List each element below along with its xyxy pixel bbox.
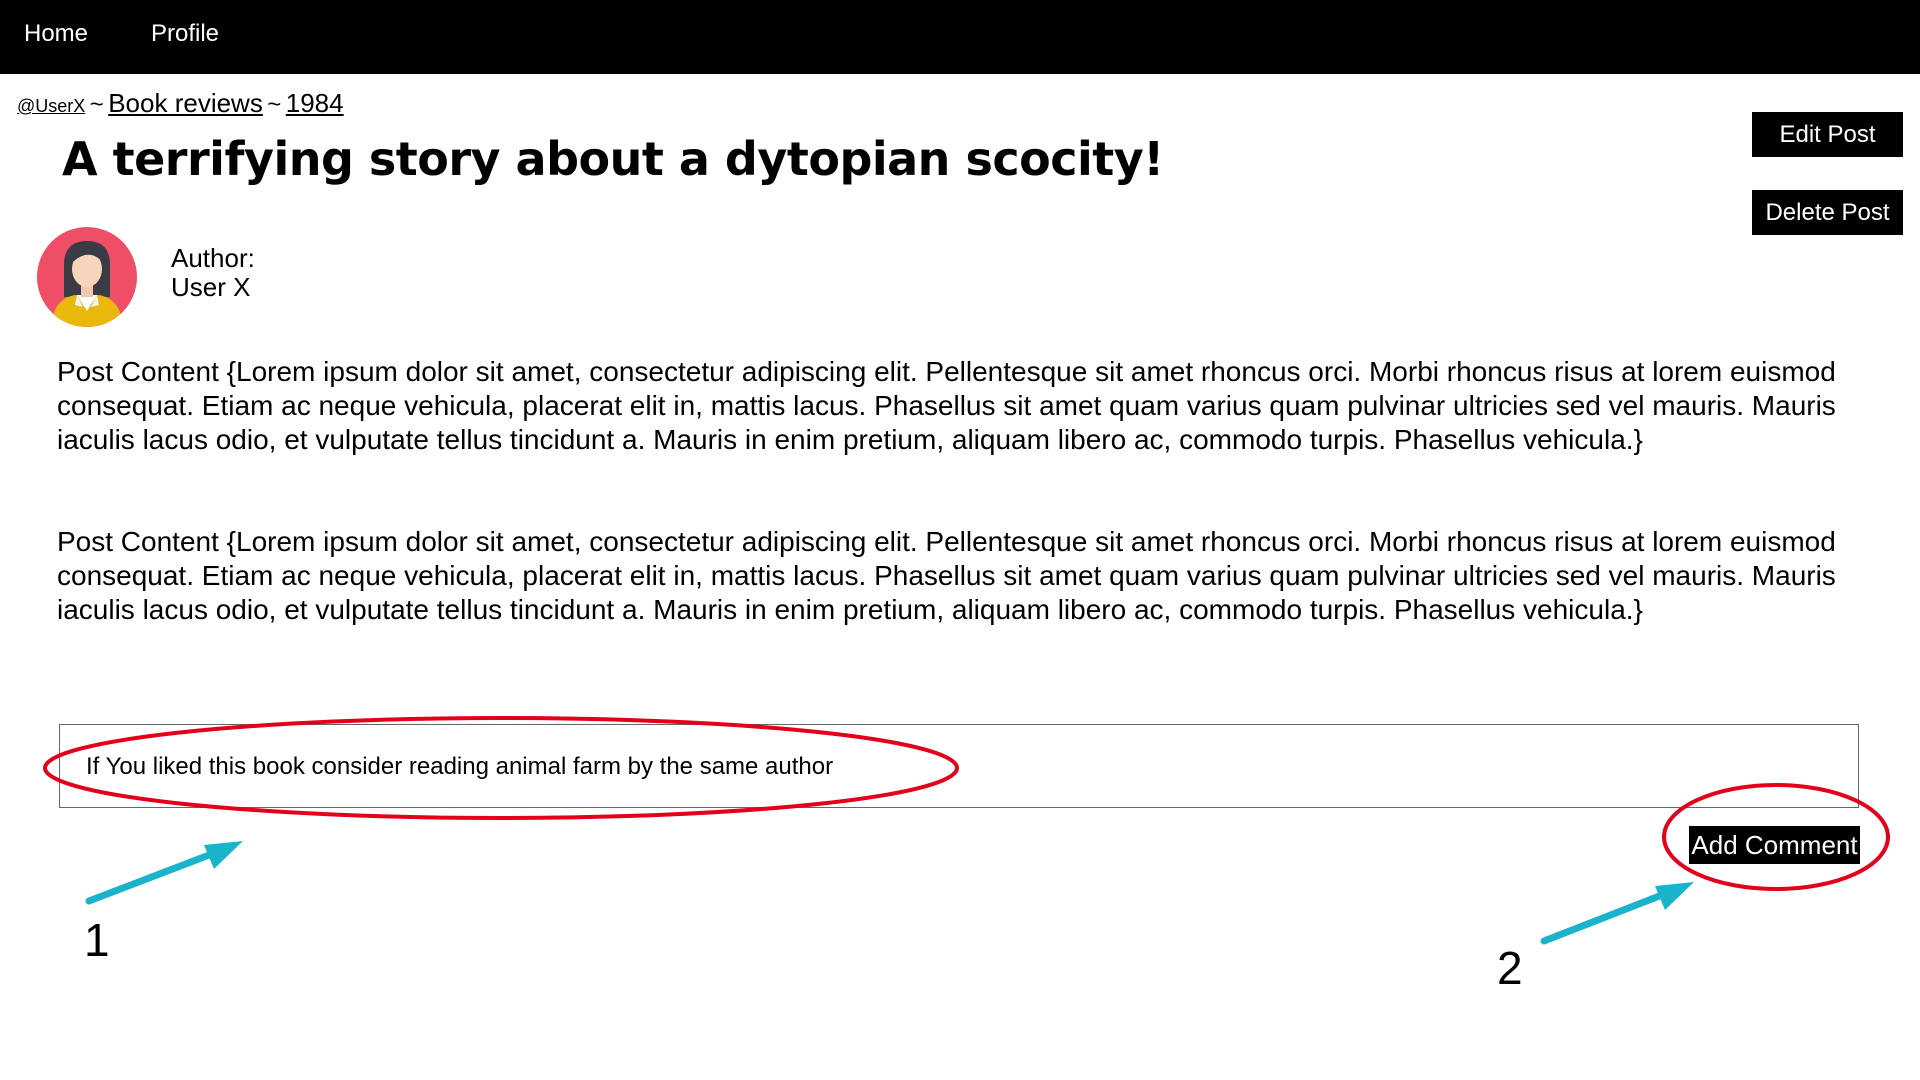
delete-post-button[interactable]: Delete Post bbox=[1752, 190, 1903, 235]
breadcrumb-separator: ~ bbox=[89, 91, 104, 118]
breadcrumb: @UserX ~ Book reviews ~ 1984 bbox=[17, 88, 344, 119]
page: Home Profile @UserX ~ Book reviews ~ 198… bbox=[0, 0, 1920, 1080]
author-name: User X bbox=[171, 272, 251, 302]
comment-input-text: If You liked this book consider reading … bbox=[86, 753, 834, 780]
nav-home-link[interactable]: Home bbox=[24, 20, 88, 48]
user-avatar-icon bbox=[37, 227, 137, 327]
post-title: A terrifying story about a dytopian scoc… bbox=[62, 132, 1164, 186]
add-comment-button[interactable]: Add Comment bbox=[1689, 826, 1860, 864]
breadcrumb-user-link[interactable]: @UserX bbox=[17, 96, 85, 116]
breadcrumb-category-link[interactable]: Book reviews bbox=[108, 88, 263, 118]
breadcrumb-book-link[interactable]: 1984 bbox=[286, 88, 344, 118]
author-avatar bbox=[37, 227, 137, 327]
edit-post-button[interactable]: Edit Post bbox=[1752, 112, 1903, 157]
annotation-label-1: 1 bbox=[84, 914, 110, 966]
annotation-arrow-2 bbox=[1540, 882, 1694, 945]
post-content-paragraph: Post Content {Lorem ipsum dolor sit amet… bbox=[57, 526, 1836, 625]
breadcrumb-separator: ~ bbox=[267, 91, 282, 118]
top-nav-bar: Home Profile bbox=[0, 0, 1920, 74]
annotation-arrow-1 bbox=[85, 841, 243, 905]
author-label: Author: bbox=[171, 243, 255, 273]
nav-profile-link[interactable]: Profile bbox=[151, 20, 219, 48]
annotation-label-2: 2 bbox=[1497, 942, 1523, 994]
post-content-paragraph: Post Content {Lorem ipsum dolor sit amet… bbox=[57, 356, 1836, 455]
